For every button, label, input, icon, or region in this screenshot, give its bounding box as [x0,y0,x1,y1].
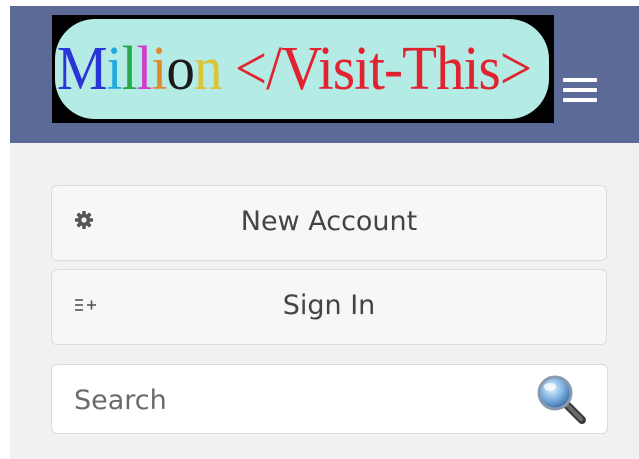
new-account-label: New Account [240,206,418,237]
logo-text: Million </Visit-This> [55,35,532,103]
logo-badge: Million </Visit-This> [55,19,549,119]
sign-in-label: Sign In [282,290,376,321]
page-frame: Million </Visit-This> New Account Sign I… [10,6,639,459]
sign-in-button[interactable]: Sign In [51,269,607,345]
logo-letter: l [136,35,153,103]
header-bar: Million </Visit-This> [10,6,639,143]
site-logo[interactable]: Million </Visit-This> [52,15,554,123]
logo-letter: i [151,35,167,103]
logo-letter: o [166,35,195,103]
search-input[interactable] [72,379,516,421]
logo-letter: n [193,35,223,103]
logo-letter: M [56,35,108,103]
search-box [51,364,608,434]
new-account-button[interactable]: New Account [51,185,607,261]
logo-letter: l [121,35,138,103]
logo-letter: i [106,35,123,103]
logo-tagline: </Visit-This> [221,35,532,103]
hamburger-icon[interactable] [563,78,597,102]
magnifier-icon[interactable] [535,373,587,425]
